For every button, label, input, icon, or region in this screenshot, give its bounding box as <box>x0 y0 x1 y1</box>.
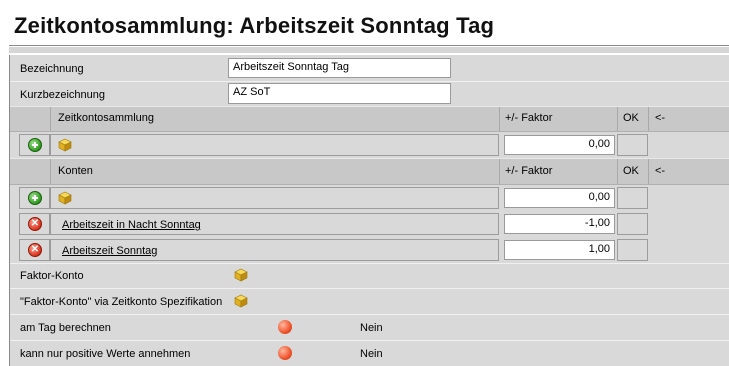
kurzbezeichnung-input[interactable]: AZ SoT <box>228 83 451 104</box>
am-tag-value: Nein <box>360 322 383 334</box>
zks-factor-input[interactable]: 0,00 <box>504 135 615 155</box>
konten-factor-input[interactable]: 0,00 <box>504 188 615 208</box>
am-tag-row: am Tag berechnen Nein <box>10 315 729 340</box>
zks-ok-cell[interactable] <box>617 134 648 156</box>
bezeichnung-input[interactable]: Arbeitszeit Sonntag Tag <box>228 58 451 78</box>
bezeichnung-label: Bezeichnung <box>20 63 84 75</box>
positive-row: kann nur positive Werte annehmen Nein <box>10 341 729 366</box>
add-icon[interactable] <box>28 191 42 205</box>
konto-factor-input[interactable]: 1,00 <box>504 240 615 260</box>
positive-label: kann nur positive Werte annehmen <box>20 348 191 360</box>
status-dot-icon[interactable] <box>278 346 292 360</box>
konto-factor-input[interactable]: -1,00 <box>504 214 615 234</box>
konten-col-factor: +/- Faktor <box>505 165 553 177</box>
cube-icon[interactable] <box>234 294 248 308</box>
konto-ok-cell[interactable] <box>617 213 648 235</box>
faktor-konto-label: Faktor-Konto <box>20 270 84 282</box>
table-row: ✕ Arbeitszeit Sonntag 1,00 <box>10 237 729 263</box>
form-panel: Bezeichnung Arbeitszeit Sonntag Tag Kurz… <box>9 55 729 366</box>
page-title: Zeitkontosammlung: Arbeitszeit Sonntag T… <box>14 13 495 38</box>
delete-icon[interactable]: ✕ <box>28 217 42 231</box>
konto-link[interactable]: Arbeitszeit Sonntag <box>62 245 157 257</box>
konto-ok-cell[interactable] <box>617 239 648 261</box>
konten-col-back: <- <box>655 165 666 177</box>
zks-table-header: Zeitkontosammlung +/- Faktor OK <- <box>10 106 729 132</box>
add-icon[interactable] <box>28 138 42 152</box>
faktor-konto-row: Faktor-Konto <box>10 264 729 288</box>
status-dot-icon[interactable] <box>278 320 292 334</box>
delete-icon[interactable]: ✕ <box>28 243 42 257</box>
konten-ok-cell[interactable] <box>617 187 648 209</box>
konten-table-header: Konten +/- Faktor OK <- <box>10 158 729 185</box>
zks-col-ok: OK <box>623 112 639 124</box>
cube-icon[interactable] <box>234 268 248 282</box>
zks-col-name: Zeitkontosammlung <box>58 112 154 124</box>
positive-value: Nein <box>360 348 383 360</box>
zks-col-back: <- <box>655 112 666 124</box>
konten-col-name: Konten <box>58 165 93 177</box>
konto-link[interactable]: Arbeitszeit in Nacht Sonntag <box>62 219 201 231</box>
kurzbezeichnung-row: Kurzbezeichnung AZ SoT <box>10 82 729 106</box>
title-divider <box>9 45 729 46</box>
title-band <box>9 47 729 53</box>
bezeichnung-row: Bezeichnung Arbeitszeit Sonntag Tag <box>10 55 729 81</box>
kurzbezeichnung-label: Kurzbezeichnung <box>20 89 106 101</box>
zks-col-factor: +/- Faktor <box>505 112 553 124</box>
faktor-konto-spez-label: "Faktor-Konto" via Zeitkonto Spezifikati… <box>20 296 223 308</box>
faktor-konto-spez-row: "Faktor-Konto" via Zeitkonto Spezifikati… <box>10 289 729 314</box>
zks-new-row: 0,00 <box>10 132 729 158</box>
table-row: ✕ Arbeitszeit in Nacht Sonntag -1,00 <box>10 211 729 237</box>
am-tag-label: am Tag berechnen <box>20 322 111 334</box>
konten-col-ok: OK <box>623 165 639 177</box>
konten-new-row: 0,00 <box>10 185 729 211</box>
